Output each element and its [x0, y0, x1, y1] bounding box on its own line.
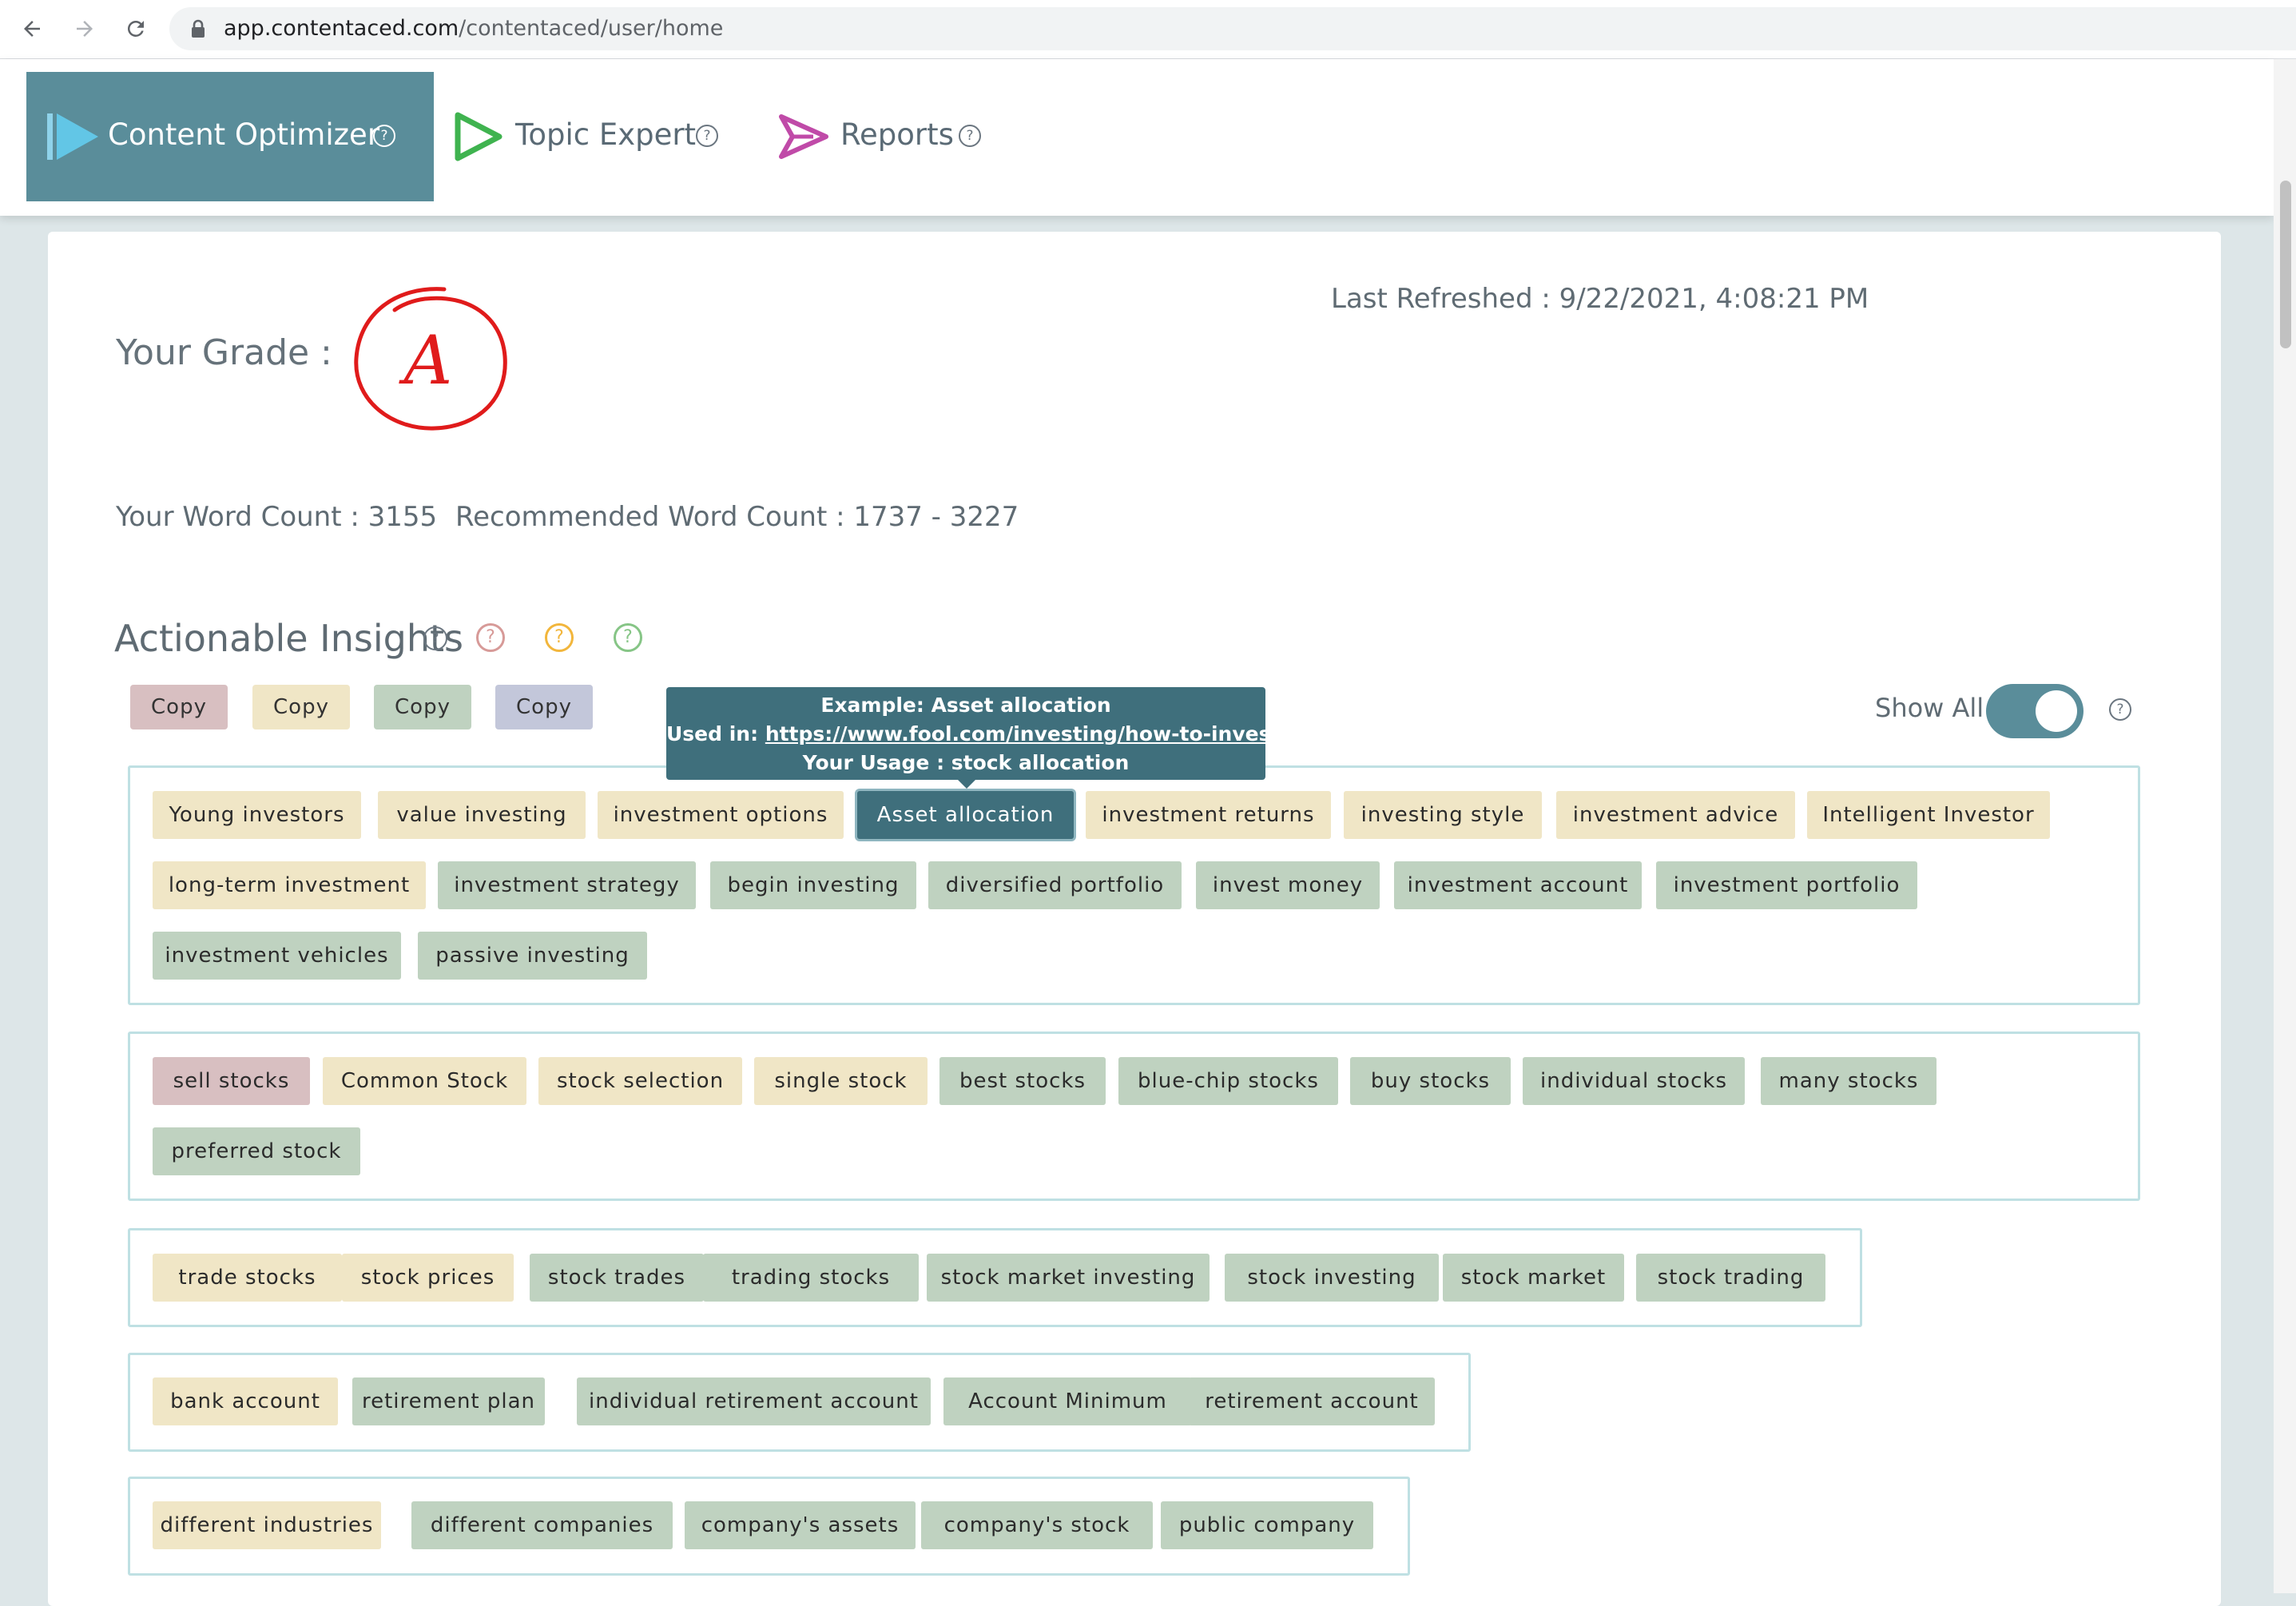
keyword-chip[interactable]: public company	[1161, 1501, 1373, 1549]
nav-label: Content Optimizer	[108, 117, 380, 152]
keyword-chip[interactable]: investment account	[1394, 861, 1642, 909]
keyword-chip[interactable]: value investing	[378, 791, 586, 839]
keyword-chip[interactable]: retirement account	[1189, 1377, 1435, 1425]
nav-topic-expert[interactable]: Topic Expert ?	[451, 72, 739, 201]
send-logo-icon	[779, 114, 828, 159]
recommended-word-count: Recommended Word Count : 1737 - 3227	[455, 501, 1019, 533]
help-yellow-icon[interactable]: ?	[545, 623, 574, 652]
show-all-toggle[interactable]	[1986, 684, 2083, 738]
play-logo-icon	[47, 113, 98, 160]
scrollbar-thumb[interactable]	[2280, 181, 2291, 348]
keyword-chip[interactable]: long-term investment	[153, 861, 426, 909]
keyword-chip[interactable]: investment portfolio	[1656, 861, 1917, 909]
help-icon[interactable]: ?	[959, 125, 981, 147]
forward-button[interactable]	[69, 13, 101, 45]
keyword-chip[interactable]: stock selection	[538, 1057, 742, 1105]
keyword-chip[interactable]: bank account	[153, 1377, 338, 1425]
nav-label: Reports	[840, 117, 954, 152]
nav-reports[interactable]: Reports ?	[775, 72, 999, 201]
help-green-icon[interactable]: ?	[614, 623, 642, 652]
tooltip-used-in: Used in: https://www.fool.com/investing/…	[666, 722, 1367, 746]
lock-icon	[192, 19, 205, 38]
keyword-chip[interactable]: preferred stock	[153, 1127, 360, 1175]
browser-toolbar: app.contentaced.com/contentaced/user/hom…	[0, 0, 2296, 59]
keyword-chip[interactable]: stock trading	[1636, 1254, 1825, 1302]
url-host: app.contentaced.com	[224, 16, 459, 41]
tooltip-example: Example: Asset allocation	[820, 694, 1111, 717]
app-header: Content Optimizer ? Topic Expert ? Repor…	[0, 59, 2274, 216]
url-path: /contentaced/user/home	[459, 16, 724, 41]
keyword-chip[interactable]: sell stocks	[153, 1057, 310, 1105]
grade-value: A	[399, 321, 453, 400]
keyword-chip[interactable]: investment advice	[1556, 791, 1795, 839]
keyword-chip[interactable]: company's assets	[685, 1501, 916, 1549]
address-bar[interactable]: app.contentaced.com/contentaced/user/hom…	[169, 7, 2296, 50]
keyword-tooltip: Example: Asset allocation Used in: https…	[666, 687, 1367, 780]
keyword-chip[interactable]: Asset allocation	[857, 791, 1074, 839]
nav-content-optimizer[interactable]: Content Optimizer ?	[26, 72, 434, 201]
copy-tan-button[interactable]: Copy	[252, 685, 350, 729]
keyword-chip[interactable]: passive investing	[418, 932, 647, 980]
keyword-chip[interactable]: stock market	[1443, 1254, 1624, 1302]
arrow-left-icon	[24, 21, 40, 37]
keyword-chip[interactable]: investment returns	[1086, 791, 1331, 839]
help-icon[interactable]: ?	[373, 125, 395, 147]
copy-green-button[interactable]: Copy	[374, 685, 471, 729]
keyword-chip[interactable]: Young investors	[153, 791, 361, 839]
keyword-chip[interactable]: stock investing	[1225, 1254, 1439, 1302]
keyword-chip[interactable]: investment options	[598, 791, 844, 839]
keyword-chip[interactable]: investment strategy	[438, 861, 696, 909]
keyword-chip[interactable]: company's stock	[921, 1501, 1153, 1549]
keyword-chip[interactable]: blue-chip stocks	[1118, 1057, 1338, 1105]
help-pink-icon[interactable]: ?	[476, 623, 505, 652]
copy-pink-button[interactable]: Copy	[130, 685, 228, 729]
copy-blue-button[interactable]: Copy	[495, 685, 593, 729]
reload-icon	[127, 20, 144, 37]
keyword-chip[interactable]: Account Minimum	[943, 1377, 1192, 1425]
keyword-chip[interactable]: stock trades	[530, 1254, 704, 1302]
keyword-chip[interactable]: retirement plan	[352, 1377, 545, 1425]
nav-label: Topic Expert	[515, 117, 697, 152]
keyword-chip[interactable]: Intelligent Investor	[1807, 791, 2050, 839]
help-icon[interactable]: ?	[2109, 698, 2131, 721]
last-refreshed: Last Refreshed : 9/22/2021, 4:08:21 PM	[1331, 283, 1869, 315]
keyword-chip[interactable]: investing style	[1344, 791, 1542, 839]
keyword-chip[interactable]: best stocks	[939, 1057, 1106, 1105]
grade-label: Your Grade :	[116, 332, 332, 373]
keyword-chip[interactable]: stock prices	[342, 1254, 514, 1302]
keyword-chip[interactable]: buy stocks	[1350, 1057, 1511, 1105]
keyword-chip[interactable]: invest money	[1196, 861, 1380, 909]
keyword-chip[interactable]: single stock	[754, 1057, 928, 1105]
keyword-chip[interactable]: different companies	[411, 1501, 673, 1549]
insights-title: Actionable Insights	[114, 617, 463, 660]
reload-button[interactable]	[120, 13, 152, 45]
toggle-knob	[2036, 690, 2077, 732]
help-icon[interactable]: ?	[696, 125, 718, 147]
help-icon[interactable]: ?	[423, 626, 447, 650]
keyword-chip[interactable]: diversified portfolio	[928, 861, 1182, 909]
back-button[interactable]	[16, 13, 48, 45]
play-logo-icon	[455, 112, 502, 161]
keyword-chip[interactable]: different industries	[153, 1501, 381, 1549]
keyword-chip[interactable]: investment vehicles	[153, 932, 401, 980]
keyword-chip[interactable]: individual stocks	[1523, 1057, 1745, 1105]
arrow-right-icon	[77, 21, 93, 37]
tooltip-arrow	[958, 780, 975, 789]
page-scrollbar[interactable]	[2274, 59, 2296, 1593]
grade-badge: A	[354, 287, 507, 431]
tooltip-used-in-prefix: Used in:	[666, 722, 765, 745]
word-count: Your Word Count : 3155	[116, 501, 438, 533]
keyword-chip[interactable]: stock market investing	[927, 1254, 1210, 1302]
keyword-chip[interactable]: trade stocks	[153, 1254, 342, 1302]
keyword-chip[interactable]: begin investing	[710, 861, 916, 909]
keyword-chip[interactable]: Common Stock	[323, 1057, 526, 1105]
tooltip-usage: Your Usage : stock allocation	[802, 751, 1130, 774]
keyword-chip[interactable]: trading stocks	[703, 1254, 919, 1302]
tooltip-source-link[interactable]: https://www.fool.com/investing/how-to-in…	[765, 722, 1367, 745]
keyword-chip[interactable]: individual retirement account	[577, 1377, 931, 1425]
url-text: app.contentaced.com/contentaced/user/hom…	[224, 17, 723, 41]
show-all-label: Show All	[1875, 693, 1984, 723]
keyword-chip[interactable]: many stocks	[1761, 1057, 1937, 1105]
